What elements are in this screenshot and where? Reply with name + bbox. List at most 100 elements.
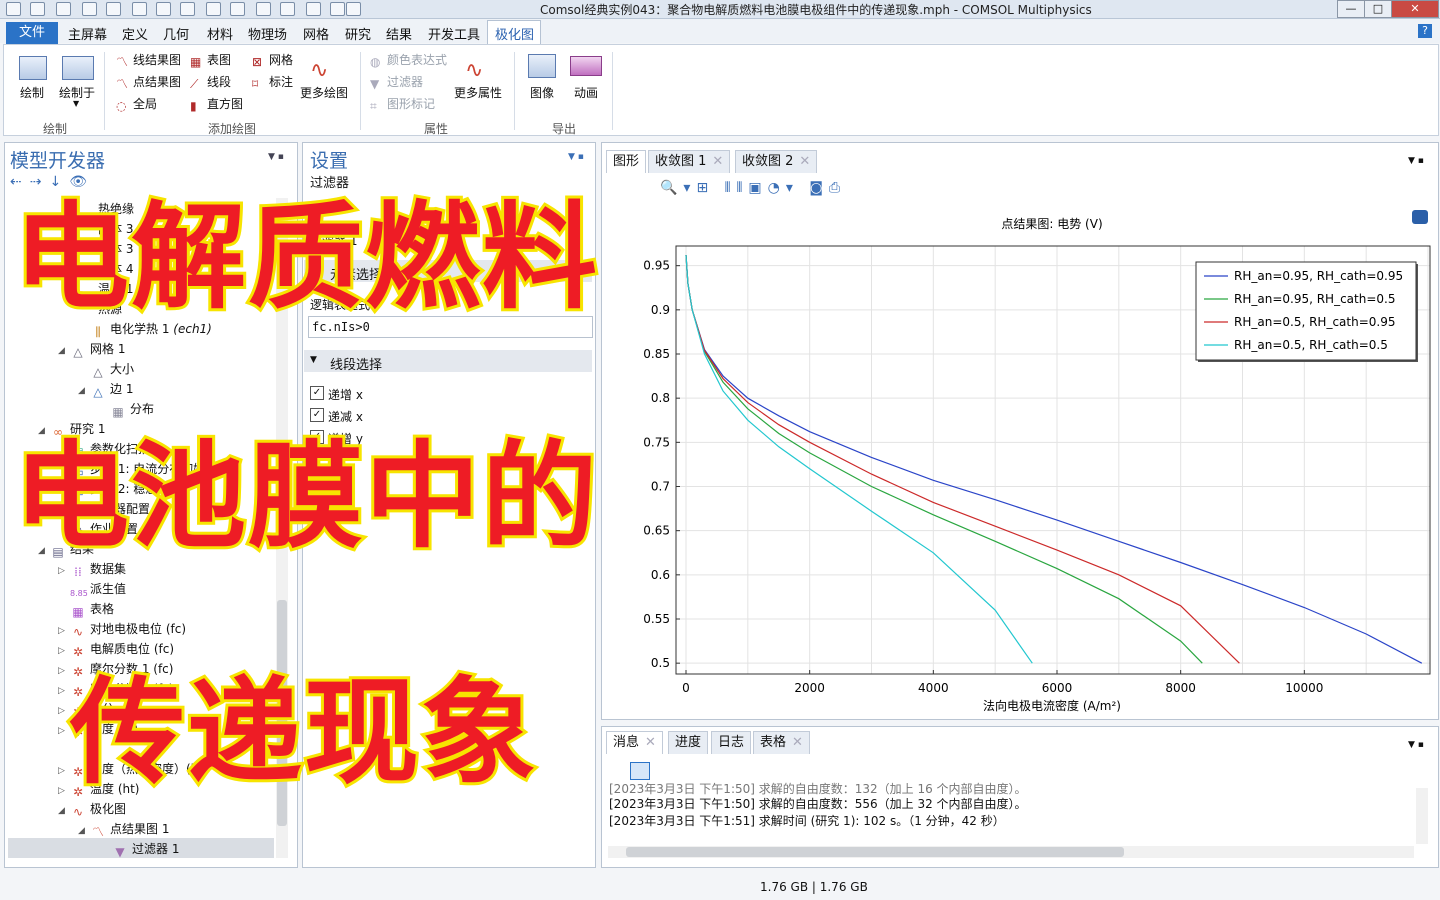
collapse-icon[interactable]: ▷ xyxy=(58,686,70,696)
image-icon[interactable] xyxy=(528,54,556,78)
copy-icon[interactable] xyxy=(180,2,195,16)
new-icon[interactable] xyxy=(30,2,45,16)
tab-messages[interactable]: 消息 ✕ xyxy=(606,731,663,754)
collapse-icon[interactable]: ▷ xyxy=(58,786,70,796)
tree-item[interactable]: ◢ △ 边 1 xyxy=(78,380,133,399)
tree-label: 大小 xyxy=(110,362,135,376)
compute-icon[interactable] xyxy=(280,2,295,16)
filter-label: 过滤器 xyxy=(387,75,424,89)
save-icon[interactable] xyxy=(82,2,97,16)
close-icon[interactable]: ✕ xyxy=(792,735,803,750)
collapse-icon[interactable]: ▷ xyxy=(58,626,70,636)
collapse-icon[interactable]: ▷ xyxy=(58,766,70,776)
mesh-button[interactable]: ⊠ 网格 xyxy=(252,51,293,68)
more-plots-button[interactable]: 更多绘图 xyxy=(300,84,348,101)
collapse-icon[interactable]: ▷ xyxy=(58,706,70,716)
color-expression-button[interactable]: ◍ 颜色表达式 xyxy=(370,51,447,68)
tree-item[interactable]: ◢ △ 网格 1 xyxy=(58,340,125,359)
tree-item[interactable]: ▦ 表格 xyxy=(70,600,114,619)
collapse-icon[interactable]: ▷ xyxy=(58,646,70,656)
tab-log[interactable]: 日志 xyxy=(711,731,752,754)
plot-button[interactable]: 绘制 xyxy=(20,84,44,101)
messages-v-scrollbar[interactable] xyxy=(1416,788,1428,844)
graph-marker-button[interactable]: ⌗ 图形标记 xyxy=(370,95,435,112)
tab-convergence-2[interactable]: 收敛图 2 ✕ xyxy=(735,150,818,173)
menu-physics[interactable]: 物理场 xyxy=(248,24,287,43)
series-line xyxy=(685,255,1203,664)
tree-item[interactable]: ◢ 〽点结果图 1 xyxy=(78,820,169,839)
tab-progress[interactable]: 进度 xyxy=(668,731,709,754)
layout-icon[interactable] xyxy=(306,2,321,16)
y-tick-label: 0.8 xyxy=(651,391,670,405)
line-segment-label: 线段 xyxy=(207,75,232,89)
expand-icon[interactable]: ◢ xyxy=(58,346,70,356)
paste-icon[interactable] xyxy=(206,2,221,16)
menu-materials[interactable]: 材料 xyxy=(207,24,233,43)
animation-icon[interactable] xyxy=(570,56,602,76)
app-icon[interactable] xyxy=(6,2,21,16)
panel-menu-icon[interactable]: ▼ ▪ xyxy=(268,152,284,162)
expand-icon[interactable]: ◢ xyxy=(78,386,90,396)
undo-icon[interactable] xyxy=(132,2,147,16)
settings-icon[interactable] xyxy=(346,2,361,16)
collapse-icon[interactable]: ▷ xyxy=(58,726,70,736)
menu-developer[interactable]: 开发工具 xyxy=(428,24,480,43)
plot-icon[interactable] xyxy=(19,56,47,80)
chevron-down-icon: ▼ xyxy=(73,99,80,108)
menu-definitions[interactable]: 定义 xyxy=(122,24,148,43)
global-button[interactable]: ◌ 全局 xyxy=(116,95,157,112)
filter-button[interactable]: ▼ 过滤器 xyxy=(370,73,423,90)
collapse-icon[interactable]: ▷ xyxy=(58,666,70,676)
menu-home[interactable]: 主屏幕 xyxy=(68,24,107,43)
more-plots-icon[interactable]: ∿ xyxy=(310,58,328,83)
increasing-x-checkbox[interactable]: ✓ xyxy=(310,386,324,400)
save-as-icon[interactable] xyxy=(106,2,121,16)
close-button[interactable]: ✕ xyxy=(1391,0,1439,18)
maximize-button[interactable]: □ xyxy=(1364,0,1392,18)
line-graph-button[interactable]: 〽线结果图 xyxy=(116,51,181,68)
animation-button[interactable]: 动画 xyxy=(574,84,598,101)
menu-results[interactable]: 结果 xyxy=(386,24,412,43)
panel-menu-icon[interactable]: ▼ ▪ xyxy=(1408,156,1424,166)
point-graph-button[interactable]: 〽点结果图 xyxy=(116,73,181,90)
tab-convergence-1[interactable]: 收敛图 1 ✕ xyxy=(648,150,731,173)
redo-icon[interactable] xyxy=(156,2,171,16)
section-segments-label: 线段选择 xyxy=(330,358,383,373)
windows-icon[interactable] xyxy=(330,2,345,16)
expand-icon[interactable]: ◢ xyxy=(78,826,90,836)
menu-mesh[interactable]: 网格 xyxy=(303,24,329,43)
graphics-toolbar[interactable]: 🔍▾⊞ ⫴⫴▣◔▾ ◙⎙ xyxy=(660,180,846,196)
panel-menu-icon[interactable]: ▼ ▪ xyxy=(568,152,584,162)
close-icon[interactable]: ✕ xyxy=(799,154,810,169)
more-attrs-button[interactable]: 更多属性 xyxy=(454,84,502,101)
annotation-button[interactable]: ⌑ 标注 xyxy=(252,73,293,90)
duplicate-icon[interactable] xyxy=(230,2,245,16)
tree-item[interactable]: ▷ ∿ 对地电极电位 (fc) xyxy=(58,620,186,639)
line-segment-button[interactable]: ⟋ 线段 xyxy=(190,73,231,90)
menu-study[interactable]: 研究 xyxy=(345,24,371,43)
tab-label: 收敛图 1 xyxy=(655,154,707,169)
more-attrs-icon[interactable]: ∿ xyxy=(465,58,483,83)
table-graph-button[interactable]: ▦ 表图 xyxy=(190,51,231,68)
menu-file[interactable]: 文件 xyxy=(6,22,58,44)
tree-item[interactable]: 8.85 派生值 xyxy=(70,580,126,601)
image-button[interactable]: 图像 xyxy=(530,84,554,101)
tab-graphics[interactable]: 图形 xyxy=(606,150,647,173)
tab-table[interactable]: 表格 ✕ xyxy=(753,731,810,754)
minimize-button[interactable]: — xyxy=(1337,0,1365,18)
help-icon[interactable]: ? xyxy=(1418,24,1432,38)
menu-geometry[interactable]: 几何 xyxy=(163,24,189,43)
histogram-button[interactable]: ▮ 直方图 xyxy=(190,95,243,112)
tree-item[interactable]: △ 大小 xyxy=(90,360,134,379)
build-icon[interactable] xyxy=(256,2,271,16)
plot-in-icon[interactable] xyxy=(62,56,94,80)
close-icon[interactable]: ✕ xyxy=(712,154,723,169)
open-icon[interactable] xyxy=(56,2,71,16)
expand-icon[interactable]: ◢ xyxy=(58,806,70,816)
clear-messages-icon[interactable] xyxy=(630,762,650,780)
tree-item-selected[interactable]: ▼ 过滤器 1 xyxy=(8,838,274,858)
messages-h-scrollbar-thumb[interactable] xyxy=(626,847,1124,857)
menu-polarization[interactable]: 极化图 xyxy=(495,24,534,43)
close-icon[interactable]: ✕ xyxy=(645,735,656,750)
panel-menu-icon[interactable]: ▼ ▪ xyxy=(1408,740,1424,750)
